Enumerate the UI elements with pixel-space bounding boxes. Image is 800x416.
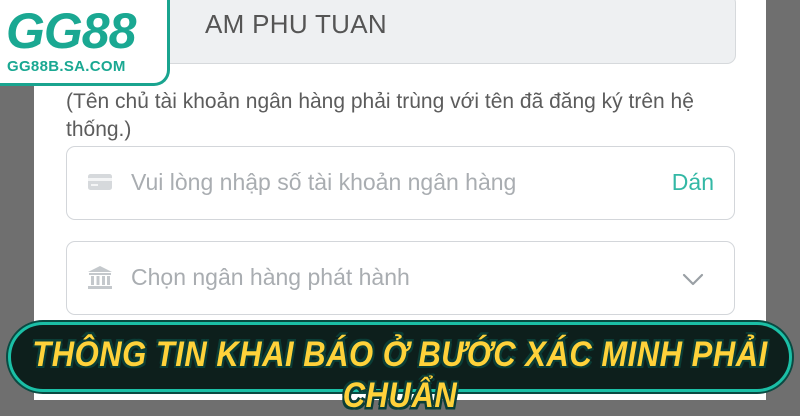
- caption-banner: THÔNG TIN KHAI BÁO Ở BƯỚC XÁC MINH PHẢI …: [8, 322, 792, 415]
- site-logo: GG88 GG88B.SA.COM: [0, 0, 170, 86]
- account-name-value: AM PHU TUAN: [205, 9, 387, 39]
- chevron-down-icon[interactable]: [680, 266, 706, 292]
- account-number-input[interactable]: Vui lòng nhập số tài khoản ngân hàng Dán: [66, 146, 735, 220]
- logo-wordmark: GG88: [6, 3, 136, 59]
- bank-icon: [88, 266, 112, 289]
- card-icon: [88, 174, 112, 190]
- bank-select[interactable]: Chọn ngân hàng phát hành: [66, 241, 735, 315]
- logo-domain: GG88B.SA.COM: [7, 58, 126, 75]
- account-number-placeholder: Vui lòng nhập số tài khoản ngân hàng: [131, 169, 517, 195]
- caption-banner-text: THÔNG TIN KHAI BÁO Ở BƯỚC XÁC MINH PHẢI …: [32, 333, 768, 416]
- account-name-hint: (Tên chủ tài khoản ngân hàng phải trùng …: [66, 90, 694, 141]
- bank-select-placeholder: Chọn ngân hàng phát hành: [131, 264, 410, 290]
- paste-button[interactable]: Dán: [672, 169, 714, 196]
